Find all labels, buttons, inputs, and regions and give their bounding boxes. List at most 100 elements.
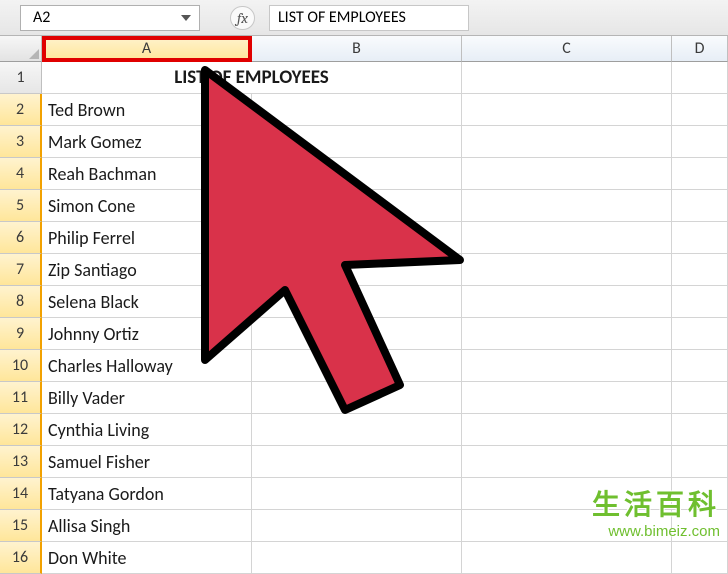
row-header[interactable]: 16 xyxy=(0,542,42,574)
spreadsheet-grid: A B C D 1LIST OF EMPLOYEES2Ted Brown3Mar… xyxy=(0,36,728,574)
table-row: 9Johnny Ortiz xyxy=(0,318,728,350)
cell[interactable] xyxy=(672,350,728,382)
column-header-c[interactable]: C xyxy=(462,36,672,62)
employee-cell[interactable]: Allisa Singh xyxy=(42,510,252,542)
table-row: 16Don White xyxy=(0,542,728,574)
cell[interactable] xyxy=(462,126,672,158)
cell[interactable] xyxy=(462,318,672,350)
cell[interactable] xyxy=(672,318,728,350)
employee-cell[interactable]: Johnny Ortiz xyxy=(42,318,252,350)
row-header[interactable]: 9 xyxy=(0,318,42,350)
formula-input[interactable]: LIST OF EMPLOYEES xyxy=(269,5,469,31)
cell[interactable] xyxy=(462,542,672,574)
cell[interactable] xyxy=(462,190,672,222)
row-header[interactable]: 4 xyxy=(0,158,42,190)
cell[interactable] xyxy=(252,286,462,318)
cell[interactable] xyxy=(252,94,462,126)
column-header-b[interactable]: B xyxy=(252,36,462,62)
cell[interactable] xyxy=(252,318,462,350)
row-header[interactable]: 11 xyxy=(0,382,42,414)
cell[interactable] xyxy=(462,222,672,254)
cell[interactable] xyxy=(462,350,672,382)
row-header[interactable]: 14 xyxy=(0,478,42,510)
name-box[interactable]: A2 xyxy=(20,5,200,31)
title-cell[interactable]: LIST OF EMPLOYEES xyxy=(42,62,462,94)
cell[interactable] xyxy=(462,62,672,94)
cell[interactable] xyxy=(252,542,462,574)
cell[interactable] xyxy=(462,286,672,318)
cell[interactable] xyxy=(252,414,462,446)
employee-cell[interactable]: Simon Cone xyxy=(42,190,252,222)
employee-cell[interactable]: Selena Black xyxy=(42,286,252,318)
row-header[interactable]: 10 xyxy=(0,350,42,382)
table-row: 14Tatyana Gordon xyxy=(0,478,728,510)
row-header[interactable]: 3 xyxy=(0,126,42,158)
row-header[interactable]: 5 xyxy=(0,190,42,222)
cell[interactable] xyxy=(672,286,728,318)
cell[interactable] xyxy=(672,254,728,286)
column-header-d[interactable]: D xyxy=(672,36,728,62)
cell[interactable] xyxy=(672,542,728,574)
employee-cell[interactable]: Tatyana Gordon xyxy=(42,478,252,510)
cell[interactable] xyxy=(672,126,728,158)
cell[interactable] xyxy=(672,478,728,510)
cell[interactable] xyxy=(672,94,728,126)
employee-cell[interactable]: Samuel Fisher xyxy=(42,446,252,478)
cell[interactable] xyxy=(672,446,728,478)
cell[interactable] xyxy=(672,414,728,446)
cell[interactable] xyxy=(462,382,672,414)
employee-cell[interactable]: Reah Bachman xyxy=(42,158,252,190)
employee-cell[interactable]: Zip Santiago xyxy=(42,254,252,286)
cell[interactable] xyxy=(672,158,728,190)
cell[interactable] xyxy=(672,510,728,542)
row-header[interactable]: 7 xyxy=(0,254,42,286)
cell[interactable] xyxy=(252,350,462,382)
cell[interactable] xyxy=(672,190,728,222)
row-header[interactable]: 12 xyxy=(0,414,42,446)
fx-icon[interactable]: fx xyxy=(237,9,248,27)
cell[interactable] xyxy=(252,222,462,254)
cell[interactable] xyxy=(252,126,462,158)
column-header-a[interactable]: A xyxy=(42,36,252,62)
cell[interactable] xyxy=(252,446,462,478)
cell[interactable] xyxy=(462,478,672,510)
cell[interactable] xyxy=(252,254,462,286)
select-all-corner[interactable] xyxy=(0,36,42,62)
column-header-label: A xyxy=(142,39,151,58)
cell[interactable] xyxy=(672,382,728,414)
row-header[interactable]: 1 xyxy=(0,62,42,94)
row-header[interactable]: 8 xyxy=(0,286,42,318)
cell[interactable] xyxy=(462,446,672,478)
cell[interactable] xyxy=(462,158,672,190)
cell[interactable] xyxy=(672,62,728,94)
cell[interactable] xyxy=(252,478,462,510)
table-row: 15Allisa Singh xyxy=(0,510,728,542)
employee-cell[interactable]: Billy Vader xyxy=(42,382,252,414)
column-header-label: C xyxy=(562,39,571,58)
row-header[interactable]: 13 xyxy=(0,446,42,478)
table-row: 5Simon Cone xyxy=(0,190,728,222)
employee-cell[interactable]: Don White xyxy=(42,542,252,574)
cell[interactable] xyxy=(252,382,462,414)
employee-cell[interactable]: Mark Gomez xyxy=(42,126,252,158)
cell[interactable] xyxy=(462,414,672,446)
employee-cell[interactable]: Cynthia Living xyxy=(42,414,252,446)
fx-area: fx LIST OF EMPLOYEES xyxy=(230,5,469,31)
row-header[interactable]: 6 xyxy=(0,222,42,254)
cell[interactable] xyxy=(252,510,462,542)
cell[interactable] xyxy=(462,254,672,286)
employee-cell[interactable]: Charles Halloway xyxy=(42,350,252,382)
cell[interactable] xyxy=(672,222,728,254)
row-header[interactable]: 2 xyxy=(0,94,42,126)
name-box-value: A2 xyxy=(33,8,50,27)
table-row: 13Samuel Fisher xyxy=(0,446,728,478)
formula-input-value: LIST OF EMPLOYEES xyxy=(278,8,406,27)
cell[interactable] xyxy=(252,190,462,222)
employee-cell[interactable]: Philip Ferrel xyxy=(42,222,252,254)
cell[interactable] xyxy=(462,510,672,542)
employee-cell[interactable]: Ted Brown xyxy=(42,94,252,126)
cell[interactable] xyxy=(252,158,462,190)
name-box-dropdown-icon[interactable] xyxy=(177,9,195,27)
row-header[interactable]: 15 xyxy=(0,510,42,542)
cell[interactable] xyxy=(462,94,672,126)
